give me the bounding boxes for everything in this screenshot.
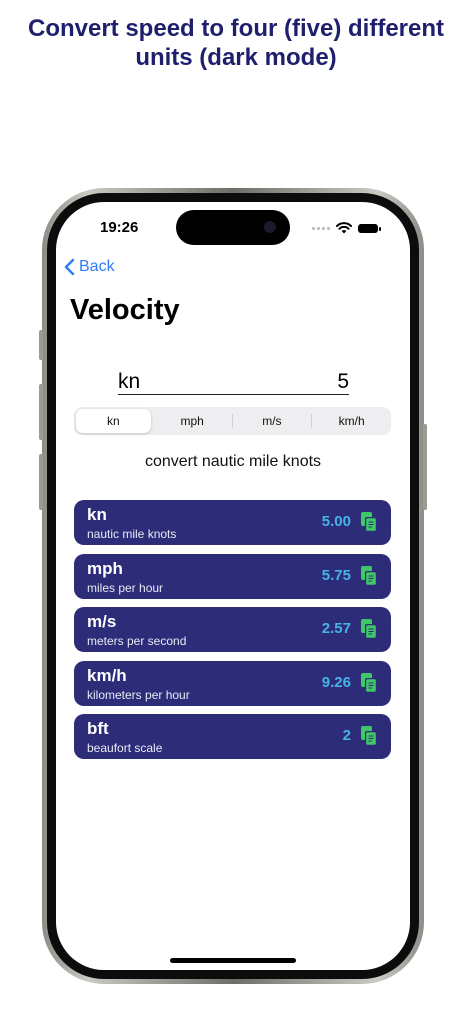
status-icons	[312, 222, 381, 234]
segment-divider	[231, 414, 233, 428]
input-unit-label: kn	[118, 370, 141, 393]
results-list: kn nautic mile knots 5.00 mph miles per …	[74, 500, 391, 768]
segment-ms[interactable]: m/s	[235, 409, 310, 433]
unit-segmented-control[interactable]: kn mph m/s km/h	[74, 407, 391, 435]
action-button	[39, 330, 43, 360]
speed-input[interactable]: kn 5	[118, 368, 349, 395]
result-value: 2.57	[321, 620, 351, 637]
result-card-kn: kn nautic mile knots 5.00	[74, 500, 391, 545]
result-unit: mph	[87, 558, 123, 578]
result-value: 9.26	[321, 673, 351, 691]
chevron-left-icon	[64, 258, 75, 276]
back-button[interactable]: Back	[64, 258, 115, 276]
result-description: meters per second	[87, 634, 187, 648]
battery-icon	[358, 223, 381, 233]
result-description: miles per hour	[87, 580, 164, 595]
input-value[interactable]: 5	[337, 370, 349, 394]
segment-divider	[311, 414, 313, 428]
result-card-ms: m/s meters per second 2.57	[74, 607, 391, 652]
phone-screen: 19:26 Back Velocity kn 5 kn mph m/s km/h…	[56, 202, 410, 970]
convert-label: convert nautic mile knots	[144, 453, 322, 470]
camera-icon	[264, 221, 276, 233]
result-description: beaufort scale	[87, 741, 163, 755]
home-indicator[interactable]	[170, 958, 296, 963]
volume-down-button	[39, 454, 43, 510]
copy-icon[interactable]	[360, 672, 378, 694]
back-label: Back	[79, 258, 115, 275]
result-card-bft: bft beaufort scale 2	[74, 714, 391, 759]
result-card-kmh: km/h kilometers per hour 9.26	[74, 660, 391, 706]
segment-kmh[interactable]: km/h	[314, 409, 389, 433]
result-value: 2	[342, 727, 351, 744]
result-description: kilometers per hour	[87, 687, 190, 702]
power-button	[423, 424, 427, 510]
result-unit: m/s	[87, 612, 117, 631]
segment-mph[interactable]: mph	[155, 409, 230, 433]
result-unit: km/h	[87, 665, 127, 685]
copy-icon[interactable]	[360, 565, 378, 587]
dynamic-island	[176, 210, 290, 245]
status-time: 19:26	[100, 219, 139, 236]
volume-up-button	[39, 384, 43, 440]
page-title: Velocity	[70, 294, 180, 326]
copy-icon[interactable]	[360, 725, 378, 747]
wifi-icon	[336, 222, 352, 234]
result-description: nautic mile knots	[87, 527, 177, 541]
signal-icon	[312, 226, 330, 230]
result-value: 5.75	[321, 566, 351, 584]
result-unit: kn	[87, 505, 107, 524]
result-value: 5.00	[321, 513, 351, 530]
copy-icon[interactable]	[360, 618, 378, 640]
headline: Convert speed to four (five) different u…	[27, 15, 445, 71]
result-card-mph: mph miles per hour 5.75	[74, 553, 391, 599]
result-unit: bft	[87, 719, 109, 738]
copy-icon[interactable]	[360, 511, 378, 533]
segment-kn[interactable]: kn	[76, 409, 151, 433]
